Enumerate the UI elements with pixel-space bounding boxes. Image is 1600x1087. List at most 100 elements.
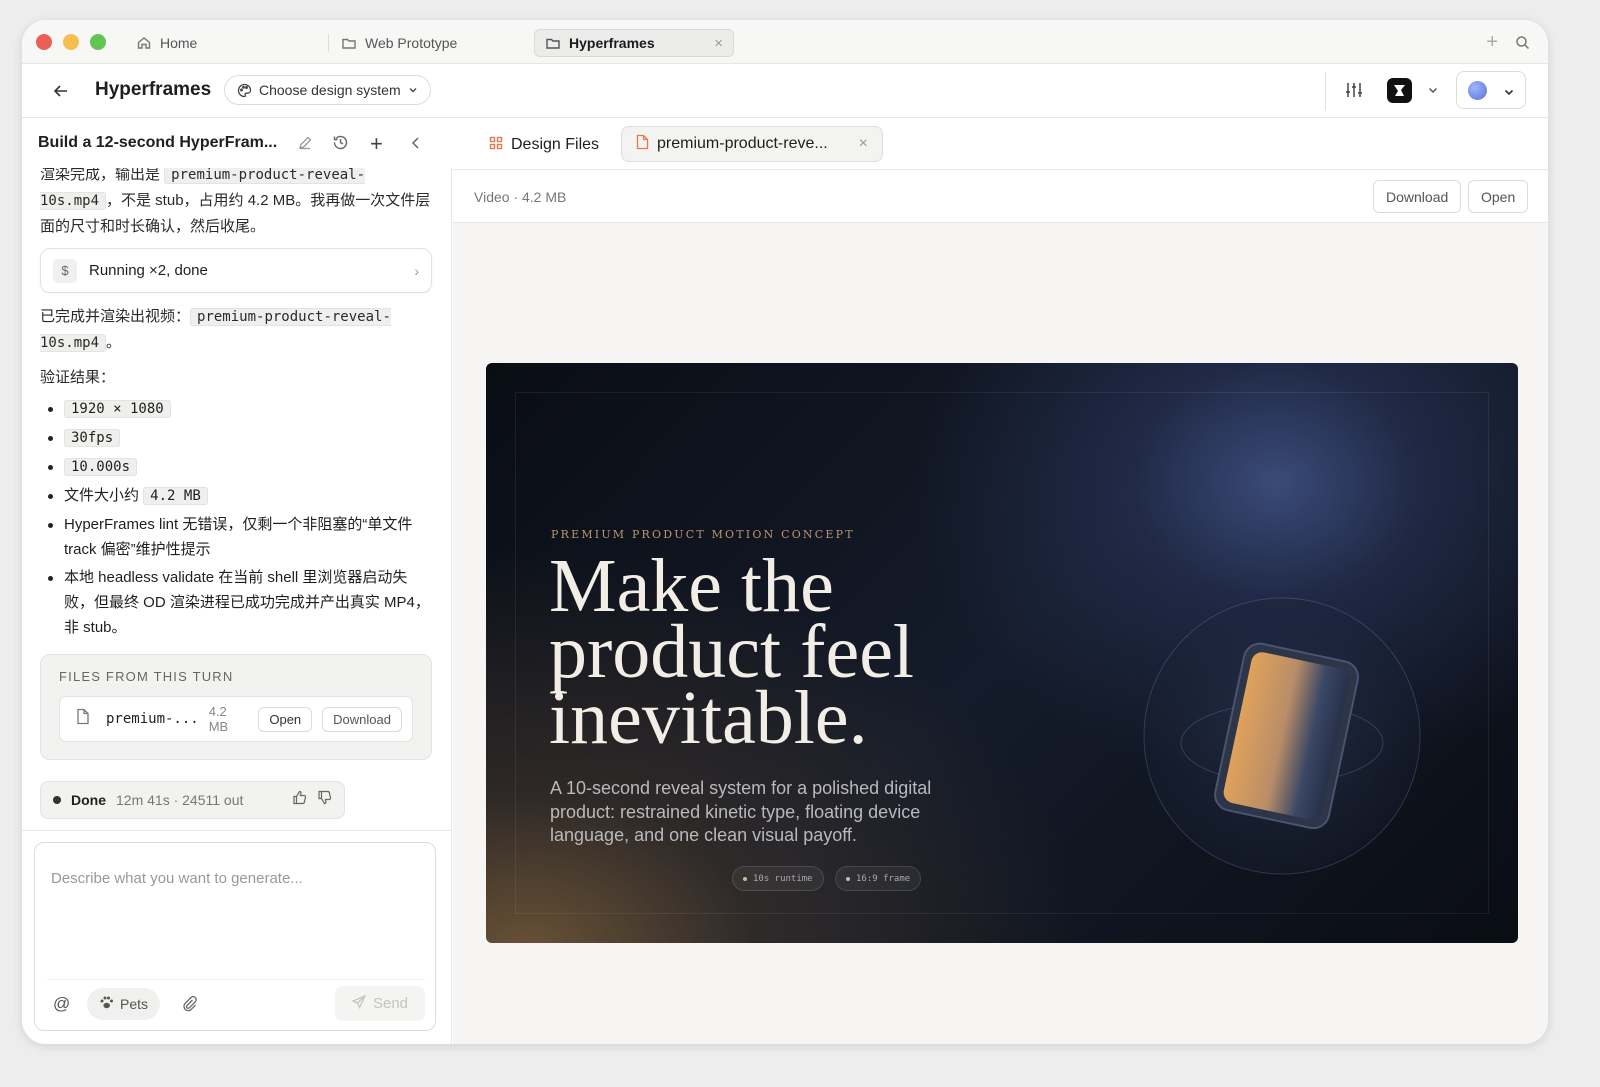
list-text: HyperFrames lint 无错误，仅剩一个非阻塞的“单文件 track … <box>64 516 413 558</box>
inline-code: 4.2 MB <box>143 487 208 505</box>
chip-label: 16:9 frame <box>856 873 911 884</box>
folder-icon <box>545 35 561 51</box>
send-label: Send <box>372 995 409 1012</box>
list-text: 文件大小约 <box>64 487 144 504</box>
pets-label: Pets <box>120 996 149 1012</box>
app-header: Hyperframes Choose design system <box>22 64 1548 118</box>
design-system-dropdown[interactable]: Choose design system <box>224 75 431 105</box>
video-subtitle: A 10-second reveal system for a polished… <box>550 778 932 845</box>
model-logo-icon[interactable] <box>1387 78 1412 103</box>
paperclip-icon[interactable] <box>181 995 198 1017</box>
inline-code: 1920 × 1080 <box>64 400 171 418</box>
minimize-window-button[interactable] <box>63 34 79 50</box>
status-meta: 12m 41s · 24511 out <box>116 792 244 808</box>
message-text: 已完成并渲染出视频： premium-product-reveal-10s.mp4… <box>40 304 432 356</box>
history-icon[interactable] <box>332 134 349 156</box>
preview-panel: Design Files premium-product-reve... × V… <box>453 118 1548 1044</box>
search-icon[interactable] <box>1515 35 1530 50</box>
file-download-button[interactable]: Download <box>322 706 402 732</box>
device-illustration <box>1143 597 1421 875</box>
close-window-button[interactable] <box>36 34 52 50</box>
avatar <box>1468 81 1487 100</box>
files-heading: FILES FROM THIS TURN <box>59 669 234 684</box>
window-tab-hyperframes[interactable]: Hyperframes × <box>534 29 734 57</box>
terminal-icon: $ <box>53 258 77 283</box>
file-name: premium-... <box>106 711 199 727</box>
file-size: 4.2 MB <box>208 704 229 734</box>
tool-run-label: Running ×2, done <box>89 262 208 279</box>
tab-label: Home <box>160 35 198 51</box>
preview-toolbar: Video · 4.2 MB Download Open <box>453 170 1548 223</box>
open-button[interactable]: Open <box>1468 180 1529 213</box>
collapse-panel-icon[interactable] <box>410 136 422 155</box>
back-arrow-icon[interactable] <box>52 82 70 100</box>
home-icon <box>136 35 152 51</box>
close-tab-icon[interactable]: × <box>859 135 868 153</box>
file-row[interactable]: premium-... 4.2 MB Open Download <box>59 696 413 742</box>
chat-messages: 渲染完成，输出是 premium-product-reveal-10s.mp4，… <box>40 162 432 819</box>
list-item: 30fps <box>40 425 432 451</box>
list-item: 1920 × 1080 <box>40 396 432 422</box>
thumbs-up-icon[interactable] <box>292 790 307 810</box>
chevron-down-icon <box>408 82 418 98</box>
new-tab-icon[interactable]: + <box>1486 31 1498 54</box>
message-segment: 已完成并渲染出视频： <box>40 308 191 325</box>
grid-icon <box>489 136 503 155</box>
list-item: 文件大小约 4.2 MB <box>40 483 432 509</box>
chevron-down-icon[interactable] <box>1427 83 1439 101</box>
video-headline: Make the product feel inevitable. <box>549 548 914 760</box>
verify-heading: 验证结果： <box>40 369 116 386</box>
video-eyebrow: PREMIUM PRODUCT MOTION CONCEPT <box>551 528 855 541</box>
chat-panel: Build a 12-second HyperFram... + 渲染完成，输出… <box>22 118 452 1044</box>
preview-tab-bar: Design Files premium-product-reve... × <box>453 118 1548 170</box>
video-preview[interactable]: PREMIUM PRODUCT MOTION CONCEPT Make the … <box>486 363 1518 943</box>
download-button[interactable]: Download <box>1373 180 1462 213</box>
inline-code: 30fps <box>64 429 121 447</box>
message-text: 渲染完成，输出是 premium-product-reveal-10s.mp4，… <box>40 162 432 239</box>
tab-label: Hyperframes <box>569 35 655 51</box>
tab-design-files[interactable]: Design Files <box>473 128 615 162</box>
app-window: Home Web Prototype Hyperframes × + Hyper… <box>22 20 1548 1044</box>
project-title: Hyperframes <box>95 79 212 100</box>
thumbs-down-icon[interactable] <box>317 790 332 810</box>
file-icon <box>76 708 90 730</box>
prompt-input[interactable]: Describe what you want to generate... <box>51 870 303 887</box>
list-text: 本地 headless validate 在当前 shell 里浏览器启动失败，… <box>64 569 430 636</box>
status-bar: Done 12m 41s · 24511 out <box>40 781 345 819</box>
chat-title: Build a 12-second HyperFram... <box>38 134 278 151</box>
tab-label: Design Files <box>511 136 600 153</box>
send-icon <box>351 994 367 1013</box>
account-menu-button[interactable] <box>1456 71 1526 109</box>
frame-chip: 16:9 frame <box>835 866 922 891</box>
title-bar: Home Web Prototype Hyperframes × + <box>22 20 1548 64</box>
send-button[interactable]: Send <box>335 986 425 1021</box>
window-tab-web-prototype[interactable]: Web Prototype <box>331 29 467 57</box>
tool-run-card[interactable]: $ Running ×2, done › <box>40 248 432 293</box>
composer: Describe what you want to generate... @ … <box>34 842 436 1031</box>
file-open-button[interactable]: Open <box>258 706 313 732</box>
inline-code: 10.000s <box>64 458 138 476</box>
close-tab-icon[interactable]: × <box>714 35 723 52</box>
chevron-down-icon <box>1503 85 1515 103</box>
runtime-chip: 10s runtime <box>732 866 824 891</box>
window-tab-home[interactable]: Home <box>126 29 207 57</box>
list-item: HyperFrames lint 无错误，仅剩一个非阻塞的“单文件 track … <box>40 512 432 562</box>
mention-icon[interactable]: @ <box>53 994 70 1014</box>
message-segment: 。 <box>106 334 122 351</box>
palette-icon <box>237 83 252 98</box>
tab-label: premium-product-reve... <box>657 135 828 152</box>
status-dot <box>53 796 61 804</box>
sliders-icon[interactable] <box>1344 80 1364 100</box>
file-meta: Video · 4.2 MB <box>474 189 567 205</box>
verify-results-list: 1920 × 1080 30fps 10.000s 文件大小约 4.2 MB H… <box>40 396 432 640</box>
tab-file[interactable]: premium-product-reve... × <box>621 126 883 162</box>
zoom-window-button[interactable] <box>90 34 106 50</box>
edit-icon[interactable] <box>297 135 313 156</box>
headline-line: inevitable. <box>549 676 868 760</box>
chevron-right-icon: › <box>414 262 419 279</box>
new-chat-icon[interactable]: + <box>370 131 383 157</box>
pets-button[interactable]: Pets <box>87 988 161 1020</box>
paw-icon <box>99 995 114 1013</box>
chip-label: 10s runtime <box>753 873 813 884</box>
chat-header: Build a 12-second HyperFram... + <box>22 118 452 168</box>
